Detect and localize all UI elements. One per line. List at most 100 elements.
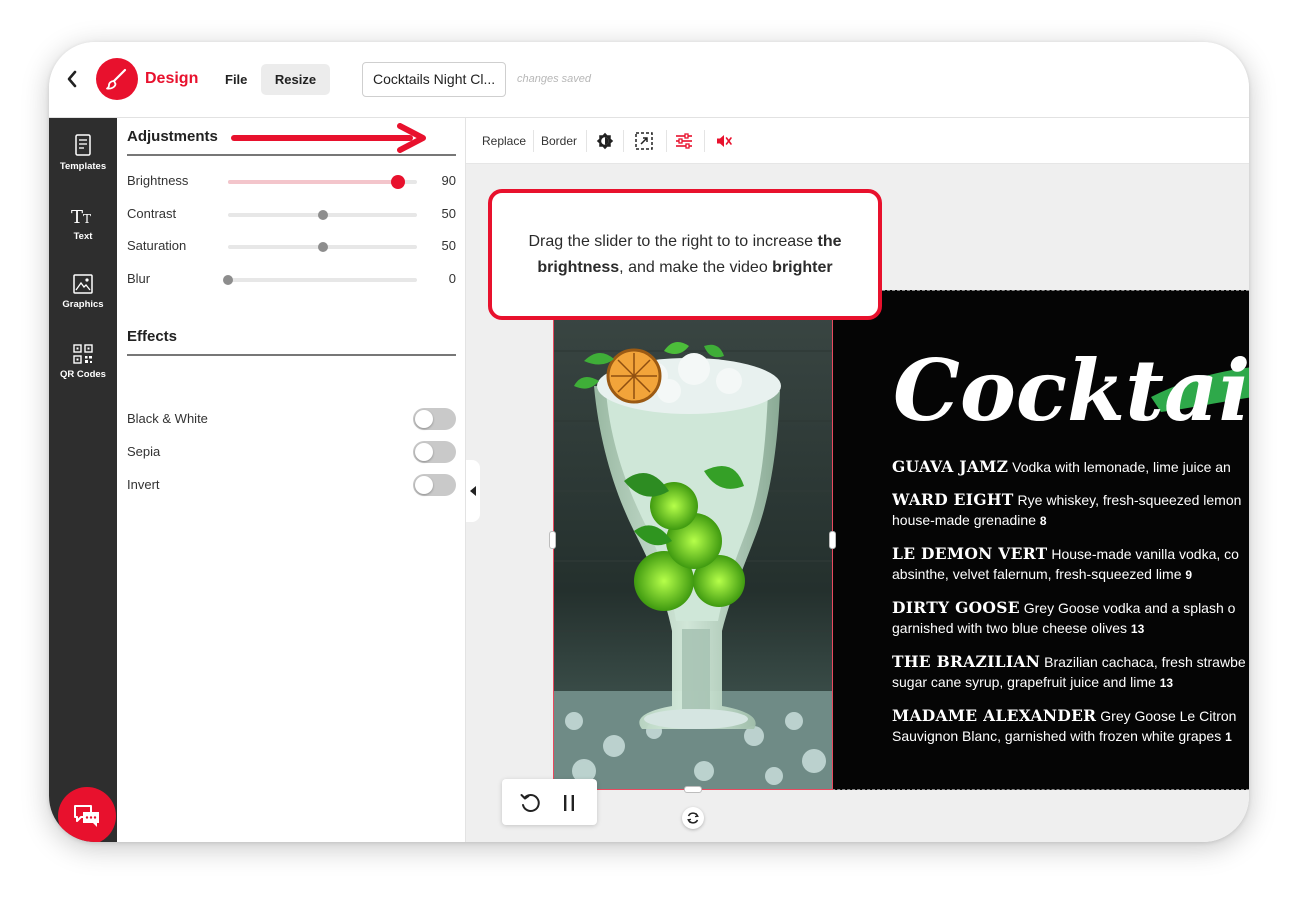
effect-label: Black & White	[127, 411, 208, 426]
slider-thumb[interactable]	[317, 242, 328, 252]
chat-icon	[74, 805, 99, 827]
border-button[interactable]: Border	[541, 134, 577, 148]
mute-button[interactable]	[714, 131, 734, 151]
paintbrush-icon	[106, 68, 127, 90]
effects-divider	[127, 354, 456, 356]
cocktail-video[interactable]	[553, 290, 833, 790]
blur-slider-row: Blur 0	[127, 269, 456, 289]
adjust-sliders-icon	[676, 133, 692, 149]
effect-label: Sepia	[127, 444, 161, 459]
menu-item-name: WARD EIGHT	[892, 490, 1014, 509]
toggle-knob	[415, 476, 433, 494]
toggle-knob	[415, 410, 433, 428]
sepia-toggle[interactable]	[413, 441, 456, 463]
menu-item: WARD EIGHT Rye whiskey, fresh-squeezed l…	[892, 490, 1249, 531]
menu-item-description: Brazilian cachaca, fresh strawbe	[1040, 654, 1246, 670]
slider-thumb[interactable]	[391, 175, 406, 189]
resize-handle-left[interactable]	[549, 531, 556, 549]
replay-button[interactable]	[518, 791, 542, 815]
sidebar-item-label: Graphics	[62, 299, 104, 310]
svg-text:Cocktails: Cocktails	[893, 341, 1249, 440]
menu-item: LE DEMON VERT House-made vanilla vodka, …	[892, 544, 1249, 585]
menu-item-description: absinthe, velvet falernum, fresh-squeeze…	[892, 566, 1186, 582]
back-button[interactable]	[63, 66, 81, 92]
callout-text-part: Drag the slider to the right to to incre…	[528, 232, 814, 250]
contrast-slider[interactable]	[228, 210, 417, 220]
templates-icon	[75, 134, 91, 156]
sidebar: Templates T T Text Graphics QR Codes	[49, 118, 117, 842]
toolbar-divider	[623, 130, 624, 152]
sidebar-item-templates[interactable]: Templates	[49, 130, 117, 172]
collapse-panel-button[interactable]	[466, 460, 480, 522]
invert-toggle[interactable]	[413, 474, 456, 496]
crop-icon	[635, 132, 653, 150]
rotate-handle[interactable]	[682, 807, 704, 829]
design-title-field[interactable]: Cocktails Night Cl...	[362, 62, 506, 97]
file-menu-button[interactable]: File	[217, 64, 255, 95]
black-white-toggle[interactable]	[413, 408, 456, 430]
sidebar-item-graphics[interactable]: Graphics	[49, 268, 117, 310]
toolbar-divider	[533, 130, 534, 152]
menu-item-name: LE DEMON VERT	[892, 544, 1048, 563]
sidebar-item-text[interactable]: T T Text	[49, 200, 117, 242]
menu-title: Cocktails	[891, 312, 1249, 447]
menu-item-description: Grey Goose vodka and a splash o	[1019, 600, 1236, 616]
brightness-slider-row: Brightness 90	[127, 171, 456, 191]
adjustments-panel: Adjustments Brightness 90 Contrast 50 Sa…	[117, 118, 466, 842]
menu-item-description: House-made vanilla vodka, co	[1047, 546, 1239, 562]
graphics-icon	[73, 274, 93, 294]
menu-item-price: 13	[1159, 676, 1174, 690]
resize-button[interactable]: Resize	[261, 64, 330, 95]
blur-slider[interactable]	[223, 275, 417, 285]
brand-logo[interactable]	[96, 58, 138, 100]
text-icon: T T	[71, 207, 91, 226]
save-status: changes saved	[517, 73, 591, 85]
menu-item: THE BRAZILIAN Brazilian cachaca, fresh s…	[892, 652, 1249, 693]
slider-label: Brightness	[127, 173, 189, 188]
slider-value: 50	[441, 238, 456, 253]
brightness-slider[interactable]	[228, 175, 417, 189]
cocktail-menu-list: GUAVA JAMZ Vodka with lemonade, lime jui…	[892, 457, 1249, 760]
slider-thumb[interactable]	[317, 210, 328, 220]
saturation-slider[interactable]	[228, 242, 417, 252]
brightness-button[interactable]	[595, 131, 615, 151]
sidebar-item-qr-codes[interactable]: QR Codes	[49, 338, 117, 380]
replace-button[interactable]: Replace	[482, 134, 526, 148]
slider-value: 50	[441, 206, 456, 221]
slider-value: 0	[448, 271, 456, 286]
menu-item-description: Sauvignon Blanc, garnished with frozen w…	[892, 728, 1226, 744]
qr-code-icon	[73, 344, 93, 364]
chevron-left-icon	[67, 70, 77, 88]
slider-value: 90	[441, 173, 456, 188]
pause-icon	[564, 795, 574, 811]
menu-item-price: 1	[1225, 730, 1232, 744]
toolbar-divider	[586, 130, 587, 152]
toggle-knob	[415, 443, 433, 461]
resize-handle-bottom[interactable]	[684, 786, 702, 793]
menu-item-description: Grey Goose Le Citron	[1096, 708, 1237, 724]
slider-thumb[interactable]	[223, 275, 233, 285]
slider-fill	[228, 180, 399, 184]
toolbar-divider	[704, 130, 705, 152]
toolbar-divider	[666, 130, 667, 152]
menu-item-name: THE BRAZILIAN	[892, 652, 1041, 671]
slider-label: Contrast	[127, 206, 177, 221]
adjustments-divider	[127, 154, 456, 156]
svg-text:T: T	[71, 207, 83, 226]
pause-button[interactable]	[557, 791, 581, 815]
effect-label: Invert	[127, 477, 160, 492]
menu-item: MADAME ALEXANDER Grey Goose Le Citron Sa…	[892, 706, 1249, 747]
top-bar: Design File Resize Cocktails Night Cl...…	[49, 42, 1249, 118]
app-window: Design File Resize Cocktails Night Cl...…	[49, 42, 1249, 842]
sidebar-item-label: QR Codes	[60, 369, 106, 380]
callout-text: Drag the slider to the right to to incre…	[500, 229, 870, 281]
resize-handle-right[interactable]	[829, 531, 836, 549]
menu-item-description: house-made grenadine	[892, 512, 1040, 528]
callout-bold-part: the	[817, 232, 842, 250]
crop-replace-button[interactable]	[634, 131, 654, 151]
adjust-button[interactable]	[674, 131, 694, 151]
slider-label: Blur	[127, 271, 151, 286]
red-arrow-annotation	[231, 123, 426, 153]
effects-heading: Effects	[127, 328, 178, 345]
chat-button[interactable]	[58, 787, 116, 842]
